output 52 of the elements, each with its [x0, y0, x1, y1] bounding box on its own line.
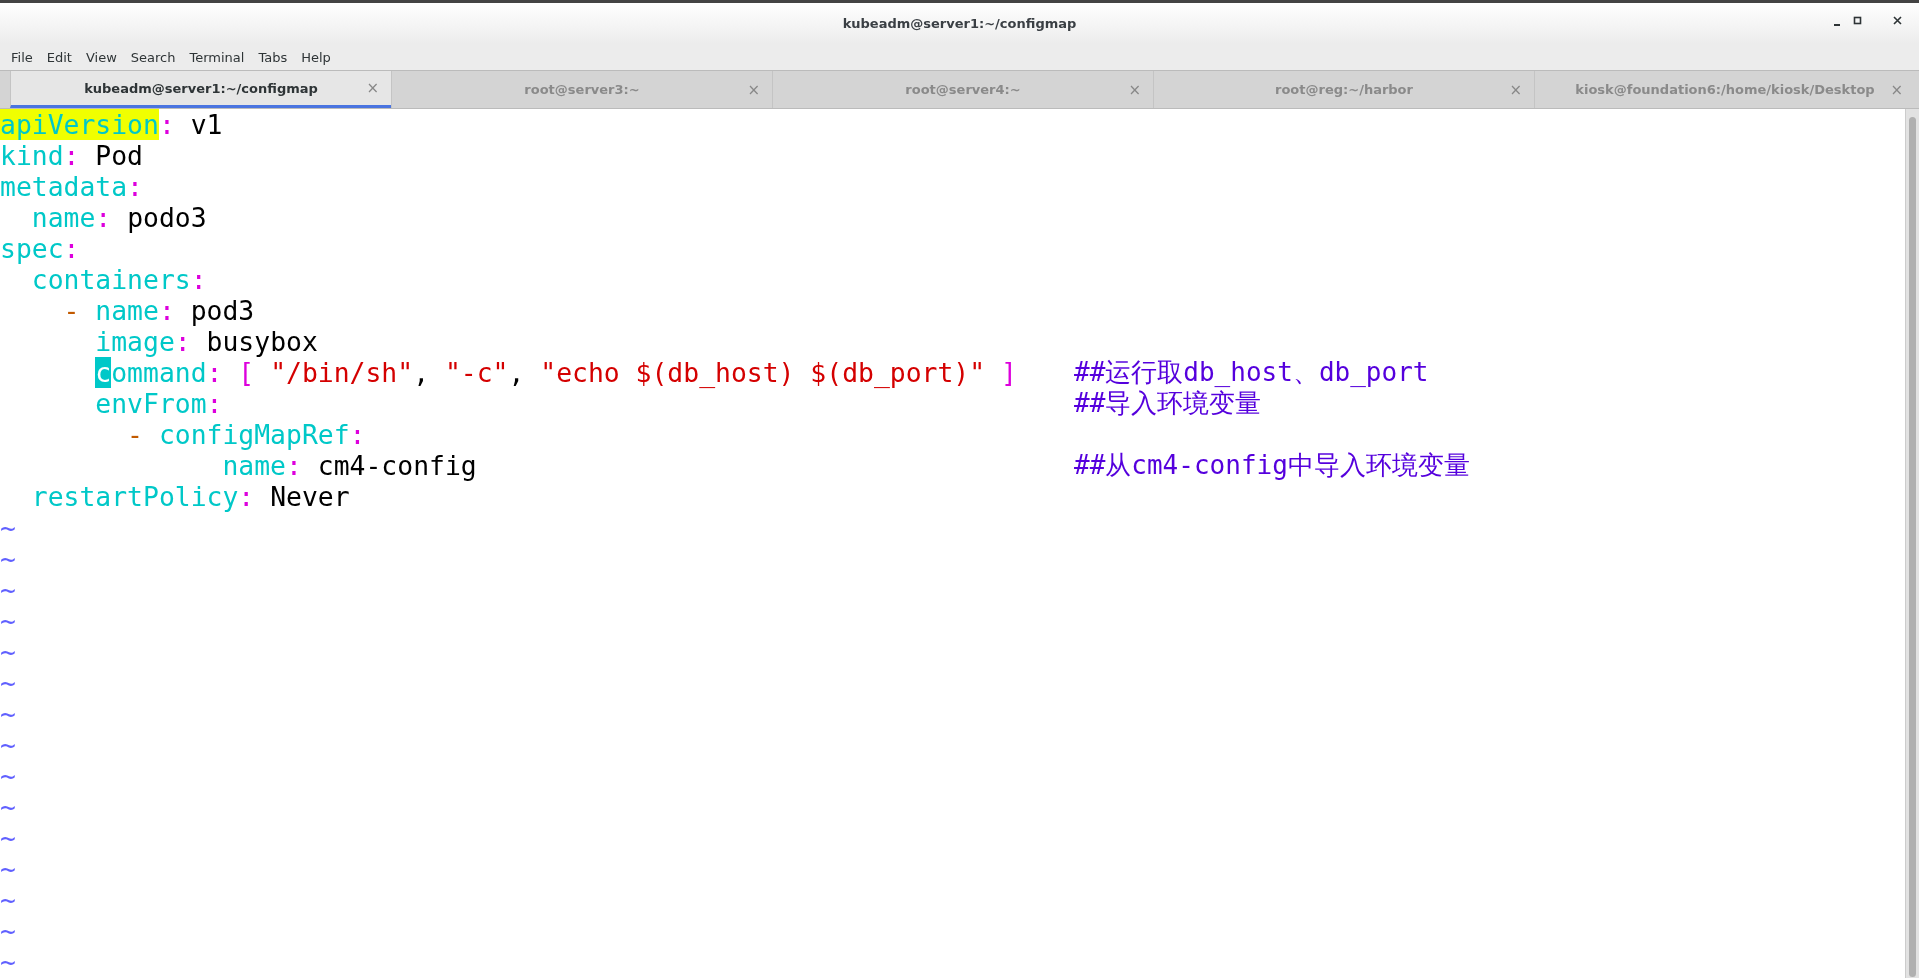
annotation-text: ##导入环境变量 — [1074, 388, 1262, 419]
tab-close-button[interactable]: × — [1509, 80, 1522, 99]
empty-line-marker: ~ — [0, 884, 16, 915]
empty-line-marker: ~ — [0, 667, 16, 698]
empty-line-marker: ~ — [0, 512, 16, 543]
empty-line-marker: ~ — [0, 822, 16, 853]
code-line: kind: Pod — [0, 140, 143, 171]
terminal-tab[interactable]: kiosk@foundation6:/home/kiosk/Desktop × — [1534, 71, 1915, 108]
window-title: kubeadm@server1:~/configmap — [842, 16, 1077, 31]
code-line: image: busybox — [94, 326, 318, 357]
annotation-text: ##从cm4-config中导入环境变量 — [1074, 450, 1470, 481]
code-line: containers: — [30, 264, 207, 295]
empty-line-marker: ~ — [0, 543, 16, 574]
code-line: spec: — [0, 233, 80, 264]
empty-line-marker: ~ — [0, 729, 16, 760]
empty-line-marker: ~ — [0, 605, 16, 636]
empty-line-marker: ~ — [0, 636, 16, 667]
tab-close-button[interactable]: × — [1128, 80, 1141, 99]
menu-item[interactable]: Terminal — [182, 49, 252, 65]
code-line: restartPolicy: Never — [30, 481, 350, 512]
code-line: metadata: — [0, 171, 143, 202]
empty-line-marker: ~ — [0, 791, 16, 822]
menu-item[interactable]: Tabs — [251, 49, 295, 65]
code-line: apiVersion: v1 — [0, 109, 223, 140]
terminal-tab[interactable]: kubeadm@server1:~/configmap × — [10, 71, 391, 108]
menu-item[interactable]: Edit — [39, 49, 79, 65]
code-line: name: podo3 — [30, 202, 207, 233]
close-icon[interactable] — [1892, 15, 1904, 27]
code-line: command: [ "/bin/sh", "-c", "echo $(db_host) $(db_port)" ] — [94, 357, 1017, 388]
empty-line-marker: ~ — [0, 574, 16, 605]
menu-item[interactable]: Help — [294, 49, 338, 65]
menu-item[interactable]: Search — [123, 49, 183, 65]
menu-item[interactable]: File — [4, 49, 40, 65]
menu-item[interactable]: View — [78, 49, 124, 65]
empty-line-marker: ~ — [0, 946, 16, 977]
empty-line-marker: ~ — [0, 853, 16, 884]
tab-close-button[interactable]: × — [747, 80, 760, 99]
code-line: name: cm4-config — [221, 450, 477, 481]
empty-line-marker: ~ — [0, 760, 16, 791]
tab-close-button[interactable]: × — [366, 79, 379, 97]
terminal-tab[interactable]: root@server4:~ × — [772, 71, 1153, 108]
tab-close-button[interactable]: × — [1890, 80, 1903, 99]
empty-line-marker: ~ — [0, 698, 16, 729]
code-line: envFrom: — [94, 388, 223, 419]
empty-line-marker: ~ — [0, 915, 16, 946]
terminal-tab[interactable]: root@reg:~/harbor × — [1153, 71, 1534, 108]
terminal-tab[interactable]: root@server3:~ × — [391, 71, 772, 108]
code-line: - name: pod3 — [62, 295, 255, 326]
annotation-text: ##运行取db_host、db_port — [1074, 357, 1429, 388]
scrollbar[interactable] — [1905, 109, 1919, 978]
code-line: - configMapRef: — [126, 419, 366, 450]
maximize-icon[interactable] — [1852, 15, 1864, 27]
